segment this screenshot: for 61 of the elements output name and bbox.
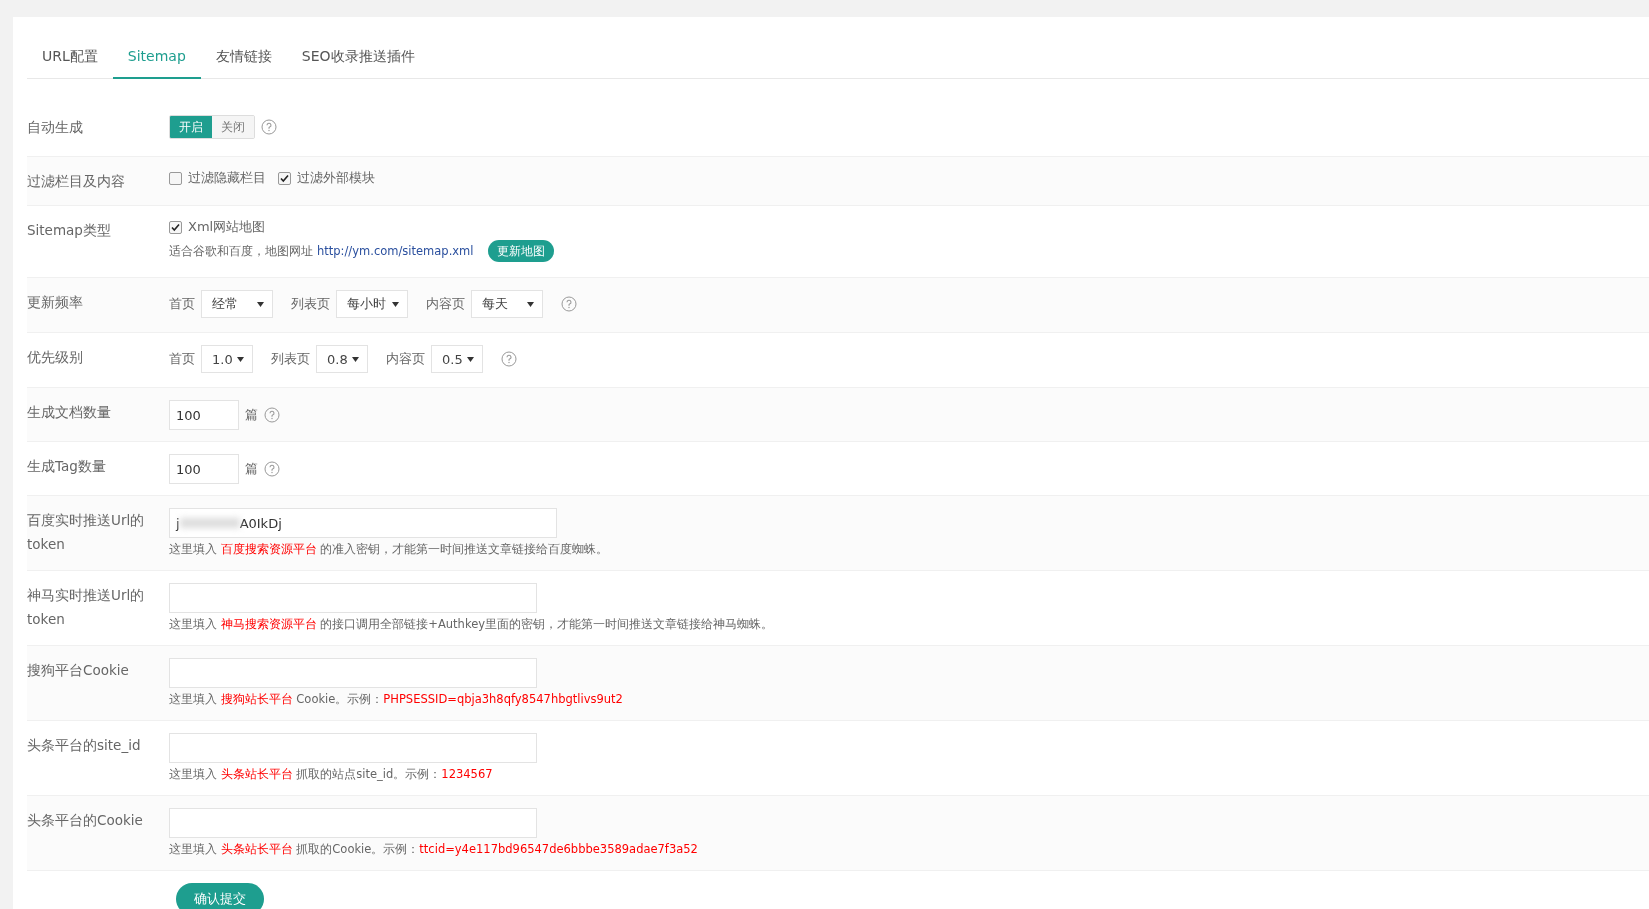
select-label: 内容页 bbox=[386, 350, 425, 368]
help-icon[interactable] bbox=[264, 461, 280, 477]
select-field[interactable]: 1.0 bbox=[201, 345, 253, 373]
checkbox-label[interactable]: 过滤隐藏栏目 bbox=[188, 169, 266, 187]
tab[interactable]: SEO收录推送插件 bbox=[286, 17, 430, 79]
note-text: 适合谷歌和百度，地图网址 bbox=[169, 243, 313, 259]
toggle-option[interactable]: 关闭 bbox=[212, 116, 254, 138]
caret-icon bbox=[392, 301, 399, 307]
caret-icon bbox=[467, 356, 474, 362]
field-label: 过滤栏目及内容 bbox=[27, 172, 126, 191]
checkbox[interactable] bbox=[169, 220, 182, 234]
checkbox-label[interactable]: 过滤外部模块 bbox=[297, 169, 375, 187]
hint-text: 这里填入 搜狗站长平台 Cookie。示例：PHPSESSID=qbja3h8qfy8547hbgtlivs9ut2 bbox=[169, 692, 623, 707]
help-icon[interactable] bbox=[501, 351, 517, 367]
hint-text: 这里填入 头条站长平台 抓取的Cookie。示例：ttcid=y4e117bd96547de6bbbe3589adae7f3a52 bbox=[169, 842, 698, 857]
select-label: 首页 bbox=[169, 295, 195, 313]
caret-icon bbox=[237, 356, 244, 362]
hint-text: 这里填入 头条站长平台 抓取的站点site_id。示例：1234567 bbox=[169, 767, 494, 782]
checkbox[interactable] bbox=[278, 171, 291, 185]
hint-text: 这里填入 神马搜索资源平台 的接口调用全部链接+Authkey里面的密钥，才能第一时间推送文章链接给神马蜘蛛。 bbox=[169, 617, 774, 632]
select-field[interactable]: 0.8 bbox=[316, 345, 368, 373]
field-label: 头条平台的Cookie bbox=[27, 811, 144, 830]
select-label: 首页 bbox=[169, 350, 195, 368]
caret-icon bbox=[527, 301, 534, 307]
help-icon[interactable] bbox=[561, 296, 577, 312]
caret-icon bbox=[352, 356, 359, 362]
text-field[interactable] bbox=[169, 808, 537, 838]
help-icon[interactable] bbox=[264, 407, 280, 423]
select-field[interactable]: 0.5 bbox=[431, 345, 483, 373]
unit-text: 篇 bbox=[245, 460, 258, 478]
field-label: 自动生成 bbox=[27, 118, 84, 137]
select-label: 内容页 bbox=[426, 295, 465, 313]
field-label: 搜狗平台Cookie bbox=[27, 661, 130, 680]
field-label: 优先级别 bbox=[27, 348, 84, 367]
select-label: 列表页 bbox=[291, 295, 330, 313]
caret-icon bbox=[257, 301, 264, 307]
sitemap-link[interactable]: http://ym.com/sitemap.xml bbox=[317, 244, 474, 258]
field-label: 神马实时推送Url的token bbox=[27, 586, 146, 629]
hint-text: 这里填入 百度搜索资源平台 的准入密钥，才能第一时间推送文章链接给百度蜘蛛。 bbox=[169, 542, 609, 557]
text-field[interactable] bbox=[169, 658, 537, 688]
tab[interactable]: 友情链接 bbox=[200, 17, 287, 79]
select-label: 列表页 bbox=[271, 350, 310, 368]
number-field[interactable]: 100 bbox=[169, 400, 239, 430]
select-field[interactable]: 经常 bbox=[201, 290, 273, 318]
help-icon[interactable] bbox=[261, 119, 277, 135]
field-label: Sitemap类型 bbox=[27, 221, 112, 240]
unit-text: 篇 bbox=[245, 406, 258, 424]
select-field[interactable]: 每天 bbox=[471, 290, 543, 318]
select-field[interactable]: 每小时 bbox=[336, 290, 408, 318]
field-label: 百度实时推送Url的token bbox=[27, 511, 146, 554]
checkbox-label[interactable]: Xml网站地图 bbox=[188, 218, 266, 236]
field-label: 更新频率 bbox=[27, 293, 84, 312]
field-label: 头条平台的site_id bbox=[27, 736, 142, 755]
checkbox[interactable] bbox=[169, 171, 182, 185]
text-field[interactable] bbox=[169, 733, 537, 763]
text-field[interactable] bbox=[169, 583, 537, 613]
field-label: 生成Tag数量 bbox=[27, 457, 107, 476]
number-field[interactable]: 100 bbox=[169, 454, 239, 484]
tab[interactable]: URL配置 bbox=[27, 17, 113, 79]
token-field[interactable]: j A0IkDj bbox=[169, 508, 557, 538]
field-label: 生成文档数量 bbox=[27, 403, 112, 422]
